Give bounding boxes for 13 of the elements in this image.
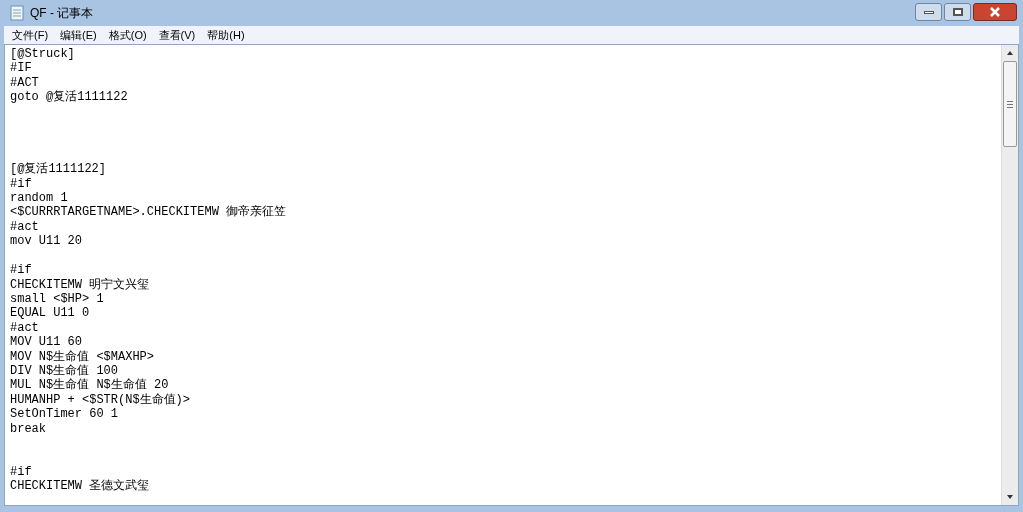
scroll-thumb[interactable] bbox=[1003, 61, 1017, 147]
close-button[interactable] bbox=[973, 3, 1017, 21]
maximize-button[interactable] bbox=[944, 3, 971, 21]
menu-item[interactable]: 格式(O) bbox=[108, 26, 147, 44]
minimize-button[interactable] bbox=[915, 3, 942, 21]
close-icon bbox=[989, 7, 1001, 17]
notepad-icon bbox=[10, 5, 24, 21]
menu-item[interactable]: 查看(V) bbox=[158, 26, 196, 44]
menu-item[interactable]: 文件(F) bbox=[12, 26, 49, 44]
menu-item[interactable]: 编辑(E) bbox=[60, 26, 97, 44]
menu-item[interactable]: 帮助(H) bbox=[207, 26, 245, 44]
window-title: QF - 记事本 bbox=[30, 5, 94, 22]
scrollbar[interactable] bbox=[1001, 45, 1018, 505]
